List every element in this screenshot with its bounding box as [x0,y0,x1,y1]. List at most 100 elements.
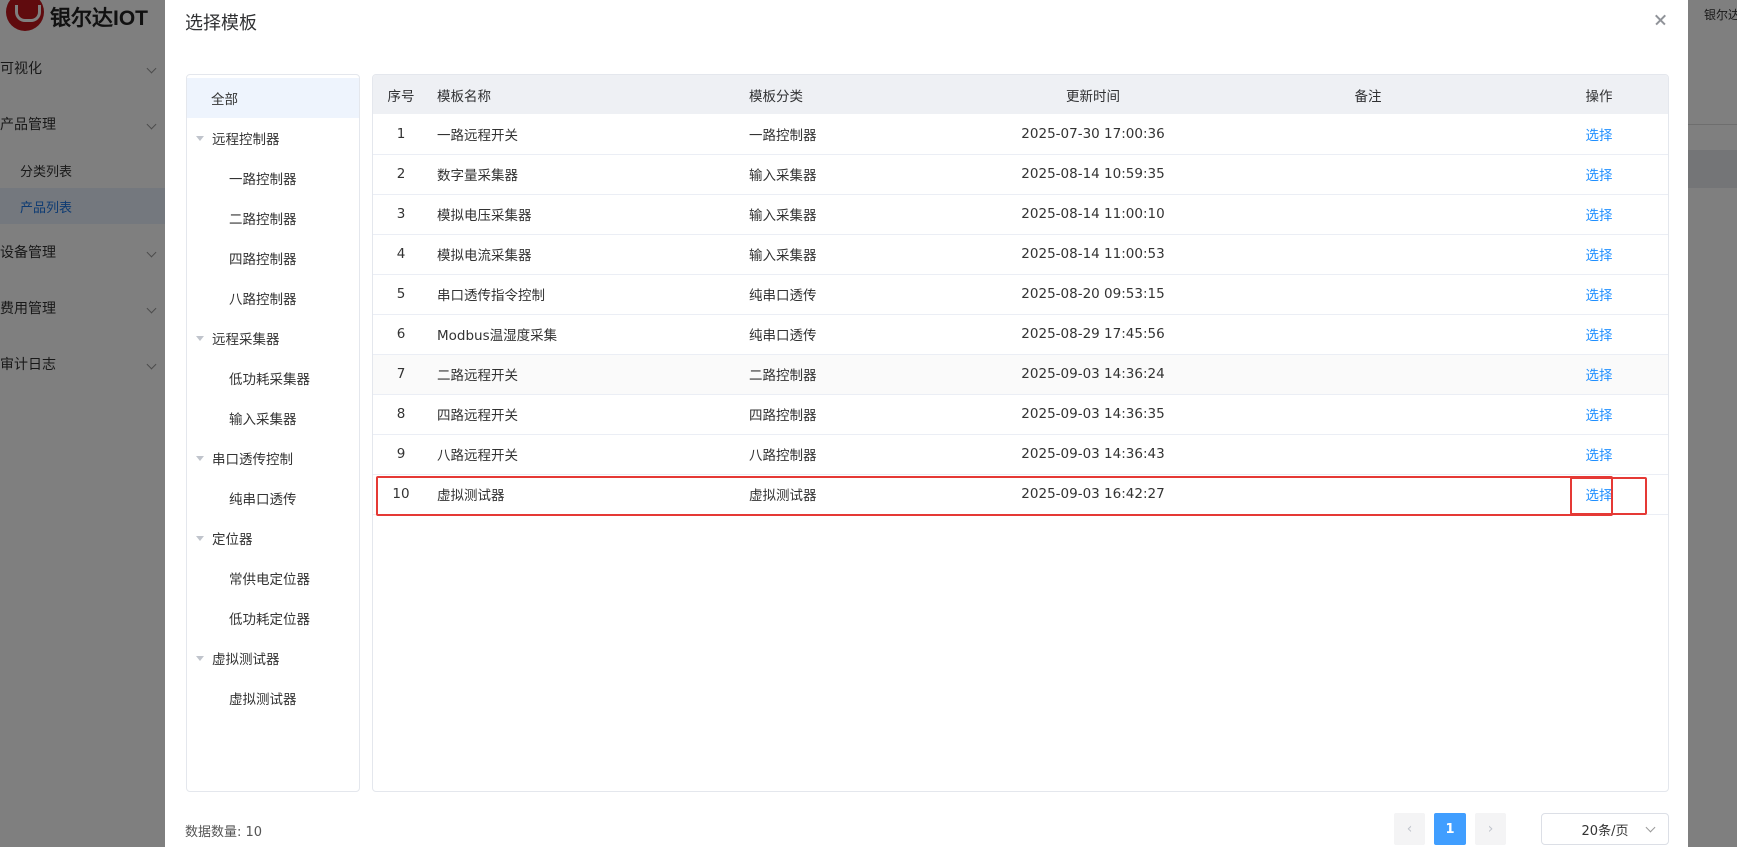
cell-updated-time: 2025-09-03 14:36:24 [978,354,1208,395]
cell-template-category: 输入采集器 [741,154,978,195]
tree-node-serial-passthrough[interactable]: 串口透传控制 [187,438,359,478]
caret-down-icon[interactable] [196,335,204,341]
table-row: 7 二路远程开关 二路控制器 2025-09-03 14:36:24 选择 [373,354,1668,395]
cell-template-category: 一路控制器 [741,114,978,155]
cell-action: 选择 [1528,274,1668,315]
cell-remark [1208,314,1528,355]
table-row: 10 虚拟测试器 虚拟测试器 2025-09-03 16:42:27 选择 [373,474,1668,515]
cell-action: 选择 [1528,474,1668,515]
page-size-select[interactable]: 20条/页 [1541,813,1669,845]
select-button[interactable]: 选择 [1586,484,1613,504]
cell-template-category: 四路控制器 [741,394,978,435]
table-row: 6 Modbus温湿度采集 纯串口透传 2025-08-29 17:45:56 选择 [373,314,1668,355]
cell-template-name: 八路远程开关 [429,434,741,475]
table-header-row: 序号 模板名称 模板分类 更新时间 备注 操作 [373,75,1668,114]
col-header-remark: 备注 [1208,75,1528,114]
tree-node-virtual-tester[interactable]: 虚拟测试器 [187,638,359,678]
cell-index: 2 [373,154,429,195]
caret-down-icon[interactable] [196,455,204,461]
tree-node-label: 全部 [211,92,238,108]
cell-remark [1208,154,1528,195]
caret-down-icon[interactable] [196,135,204,141]
tree-node-low-power-locator[interactable]: 低功耗定位器 [187,598,359,638]
tree-node-label: 常供电定位器 [229,572,310,588]
select-button[interactable]: 选择 [1586,164,1613,184]
cell-index: 8 [373,394,429,435]
cell-remark [1208,274,1528,315]
tree-node-label: 远程采集器 [212,332,280,348]
cell-updated-time: 2025-07-30 17:00:36 [978,114,1208,155]
cell-index: 3 [373,194,429,235]
cell-updated-time: 2025-08-14 11:00:53 [978,234,1208,275]
tree-node-input-collector[interactable]: 输入采集器 [187,398,359,438]
tree-node-label: 定位器 [212,532,253,548]
prev-page-button[interactable]: ‹ [1394,813,1425,845]
tree-node-pure-serial[interactable]: 纯串口透传 [187,478,359,518]
cell-updated-time: 2025-08-20 09:53:15 [978,274,1208,315]
data-count: 数据数量: 10 [185,825,263,840]
cell-index: 1 [373,114,429,155]
tree-node-label: 一路控制器 [229,172,297,188]
tree-node-2ch-controller[interactable]: 二路控制器 [187,198,359,238]
cell-action: 选择 [1528,114,1668,155]
select-button[interactable]: 选择 [1586,124,1613,144]
tree-node-8ch-controller[interactable]: 八路控制器 [187,278,359,318]
next-page-button[interactable]: › [1475,813,1506,845]
cell-template-name: 虚拟测试器 [429,474,741,515]
cell-template-name: Modbus温湿度采集 [429,314,741,355]
tree-node-virtual-tester-child[interactable]: 虚拟测试器 [187,678,359,718]
select-button[interactable]: 选择 [1586,284,1613,304]
cell-index: 7 [373,354,429,395]
cell-index: 4 [373,234,429,275]
chevron-down-icon [1645,822,1656,833]
tree-node-locator[interactable]: 定位器 [187,518,359,558]
cell-action: 选择 [1528,434,1668,475]
cell-index: 10 [373,474,429,515]
page-number-button[interactable]: 1 [1434,813,1466,845]
cell-template-name: 模拟电压采集器 [429,194,741,235]
page-size-label: 20条/页 [1581,823,1629,839]
cell-action: 选择 [1528,314,1668,355]
cell-updated-time: 2025-09-03 16:42:27 [978,474,1208,515]
tree-node-label: 二路控制器 [229,212,297,228]
caret-down-icon[interactable] [196,655,204,661]
select-button[interactable]: 选择 [1586,444,1613,464]
select-button[interactable]: 选择 [1586,364,1613,384]
col-header-index: 序号 [373,75,429,114]
tree-node-powered-locator[interactable]: 常供电定位器 [187,558,359,598]
tree-node-label: 串口透传控制 [212,452,293,468]
table-row: 8 四路远程开关 四路控制器 2025-09-03 14:36:35 选择 [373,394,1668,435]
col-header-action: 操作 [1528,75,1668,114]
select-button[interactable]: 选择 [1586,404,1613,424]
tree-node-label: 低功耗采集器 [229,372,310,388]
col-header-name: 模板名称 [429,75,741,114]
cell-template-category: 输入采集器 [741,194,978,235]
tree-node-1ch-controller[interactable]: 一路控制器 [187,158,359,198]
tree-node-low-power-collector[interactable]: 低功耗采集器 [187,358,359,398]
select-button[interactable]: 选择 [1586,204,1613,224]
cell-remark [1208,474,1528,515]
tree-node-label: 低功耗定位器 [229,612,310,628]
cell-remark [1208,234,1528,275]
tree-node-label: 虚拟测试器 [212,652,280,668]
cell-action: 选择 [1528,154,1668,195]
caret-down-icon[interactable] [196,535,204,541]
select-button[interactable]: 选择 [1586,244,1613,264]
tree-node-all[interactable]: 全部 [187,78,359,118]
cell-template-category: 输入采集器 [741,234,978,275]
tree-node-label: 四路控制器 [229,252,297,268]
cell-template-name: 四路远程开关 [429,394,741,435]
close-icon[interactable] [1650,10,1670,30]
cell-updated-time: 2025-08-29 17:45:56 [978,314,1208,355]
cell-updated-time: 2025-08-14 11:00:10 [978,194,1208,235]
tree-node-remote-collector[interactable]: 远程采集器 [187,318,359,358]
category-tree: 全部 远程控制器 一路控制器 二路控制器 四路控制器 八路控制器 远程采集器 低… [186,74,360,792]
cell-template-name: 数字量采集器 [429,154,741,195]
tree-node-4ch-controller[interactable]: 四路控制器 [187,238,359,278]
tree-node-remote-controller[interactable]: 远程控制器 [187,118,359,158]
select-button[interactable]: 选择 [1586,324,1613,344]
table-row: 1 一路远程开关 一路控制器 2025-07-30 17:00:36 选择 [373,114,1668,155]
cell-template-name: 二路远程开关 [429,354,741,395]
cell-action: 选择 [1528,234,1668,275]
pagination: ‹ 1 › 20条/页 [1394,813,1669,845]
